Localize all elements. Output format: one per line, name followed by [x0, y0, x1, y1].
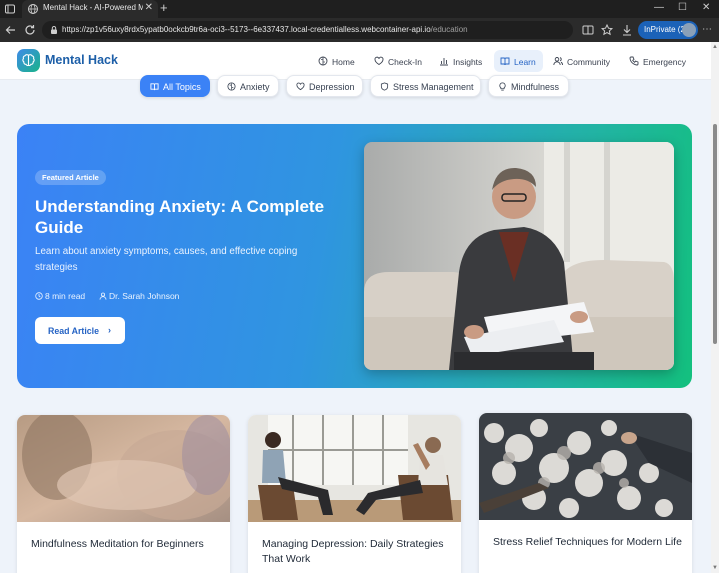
- author-text: Dr. Sarah Johnson: [109, 291, 180, 301]
- article-thumbnail: [17, 415, 230, 522]
- url-host: https://zp1v56uxy8rdx5ypatb0ockcb9tr6a-o…: [62, 25, 431, 34]
- downloads-icon[interactable]: [620, 23, 634, 37]
- featured-badge: Featured Article: [35, 170, 106, 185]
- scrollbar-thumb[interactable]: [713, 124, 717, 344]
- therapy-session-photo: [248, 415, 461, 522]
- article-card[interactable]: Stress Relief Techniques for Modern Life: [479, 413, 692, 573]
- users-icon: [553, 57, 563, 66]
- read-article-label: Read Article: [48, 326, 100, 336]
- tab-title: Mental Hack - AI-Powered Mental: [43, 3, 143, 12]
- tab-actions-icon[interactable]: [4, 3, 16, 15]
- brain-icon: [227, 82, 236, 91]
- article-card[interactable]: Managing Depression: Daily Strategies Th…: [248, 415, 461, 573]
- brain-icon: [318, 56, 328, 66]
- article-title: Mindfulness Meditation for Beginners: [31, 538, 204, 550]
- therapist-photo: [364, 142, 674, 370]
- lock-icon: [51, 26, 57, 34]
- filter-stress-management-label: Stress Management: [393, 82, 474, 92]
- nav-learn-label: Learn: [514, 57, 536, 67]
- chevron-right-icon: ›: [108, 325, 111, 335]
- filter-mindfulness[interactable]: Mindfulness: [488, 75, 569, 97]
- article-title: Managing Depression: Daily Strategies Th…: [262, 538, 444, 565]
- nav-insights[interactable]: Insights: [433, 50, 485, 72]
- blossom-photo: [479, 413, 692, 520]
- nav-check-in[interactable]: Check-In: [368, 50, 425, 72]
- brain-icon: [22, 54, 35, 67]
- filter-all-topics[interactable]: All Topics: [140, 75, 210, 97]
- logo-icon[interactable]: [17, 49, 40, 72]
- bar-chart-icon: [440, 58, 448, 66]
- phone-icon: [629, 56, 639, 66]
- nav-community[interactable]: Community: [547, 50, 617, 72]
- filter-depression[interactable]: Depression: [286, 75, 363, 97]
- close-window-icon[interactable]: ✕: [702, 1, 710, 15]
- filter-anxiety[interactable]: Anxiety: [217, 75, 279, 97]
- article-thumbnail: [479, 413, 692, 520]
- meditation-photo: [17, 415, 230, 522]
- heart-icon: [374, 56, 384, 66]
- browser-tab-bar: Mental Hack - AI-Powered Mental ✕ + — ☐ …: [0, 0, 719, 18]
- featured-description: Learn about anxiety symptoms, causes, an…: [35, 246, 298, 273]
- favorites-icon[interactable]: [600, 23, 614, 37]
- inprivate-badge[interactable]: InPrivate (2): [638, 21, 698, 39]
- refresh-icon[interactable]: [23, 23, 37, 37]
- url-text: https://zp1v56uxy8rdx5ypatb0ockcb9tr6a-o…: [62, 25, 468, 34]
- nav-home-label: Home: [332, 57, 355, 67]
- address-bar-row: https://zp1v56uxy8rdx5ypatb0ockcb9tr6a-o…: [0, 18, 719, 42]
- read-article-button[interactable]: Read Article ›: [35, 317, 125, 344]
- read-time: 8 min read: [35, 291, 85, 301]
- clock-icon: [35, 292, 43, 300]
- more-options-icon[interactable]: ⋯: [702, 23, 712, 37]
- brand-name[interactable]: Mental Hack: [45, 53, 118, 67]
- featured-image: [364, 142, 674, 370]
- article-card[interactable]: Mindfulness Meditation for Beginners: [17, 415, 230, 573]
- nav-learn[interactable]: Learn: [494, 50, 543, 72]
- nav-check-in-label: Check-In: [388, 57, 423, 67]
- browser-tab[interactable]: Mental Hack - AI-Powered Mental ✕: [22, 0, 158, 18]
- lightbulb-icon: [499, 82, 506, 91]
- filter-mindfulness-label: Mindfulness: [511, 82, 560, 92]
- featured-title[interactable]: Understanding Anxiety: A Complete Guide: [35, 196, 335, 238]
- close-tab-icon[interactable]: ✕: [145, 2, 153, 14]
- article-title: Stress Relief Techniques for Modern Life: [493, 536, 682, 548]
- globe-icon: [28, 4, 38, 14]
- nav-home[interactable]: Home: [312, 50, 358, 72]
- scroll-down-icon[interactable]: ▼: [712, 565, 718, 571]
- filter-depression-label: Depression: [309, 82, 355, 92]
- nav-emergency-label: Emergency: [643, 57, 686, 67]
- split-screen-icon[interactable]: [581, 23, 595, 37]
- nav-community-label: Community: [567, 57, 610, 67]
- filter-all-topics-label: All Topics: [163, 82, 201, 92]
- user-icon: [99, 292, 107, 300]
- featured-article-banner: Featured Article Understanding Anxiety: …: [17, 124, 692, 388]
- author: Dr. Sarah Johnson: [99, 291, 179, 301]
- minimize-icon[interactable]: —: [654, 1, 664, 15]
- page-scrollbar[interactable]: ▲ ▼: [711, 42, 719, 573]
- nav-insights-label: Insights: [453, 57, 483, 67]
- shield-icon: [380, 82, 389, 91]
- filter-stress-management[interactable]: Stress Management: [370, 75, 481, 97]
- nav-emergency[interactable]: Emergency: [623, 50, 689, 72]
- book-icon: [150, 83, 159, 91]
- book-icon: [500, 57, 510, 66]
- read-time-text: 8 min read: [45, 291, 86, 301]
- url-path: /education: [430, 25, 468, 34]
- filter-anxiety-label: Anxiety: [240, 82, 270, 92]
- profile-avatar: [682, 23, 696, 37]
- back-icon[interactable]: [4, 23, 18, 37]
- heart-icon: [296, 82, 305, 91]
- new-tab-icon[interactable]: +: [160, 1, 168, 15]
- url-field[interactable]: https://zp1v56uxy8rdx5ypatb0ockcb9tr6a-o…: [42, 21, 573, 39]
- maximize-icon[interactable]: ☐: [678, 1, 687, 15]
- article-thumbnail: [248, 415, 461, 522]
- page-viewport: Mental Hack Home Check-In Insights Learn…: [0, 42, 719, 573]
- scroll-up-icon[interactable]: ▲: [712, 44, 718, 50]
